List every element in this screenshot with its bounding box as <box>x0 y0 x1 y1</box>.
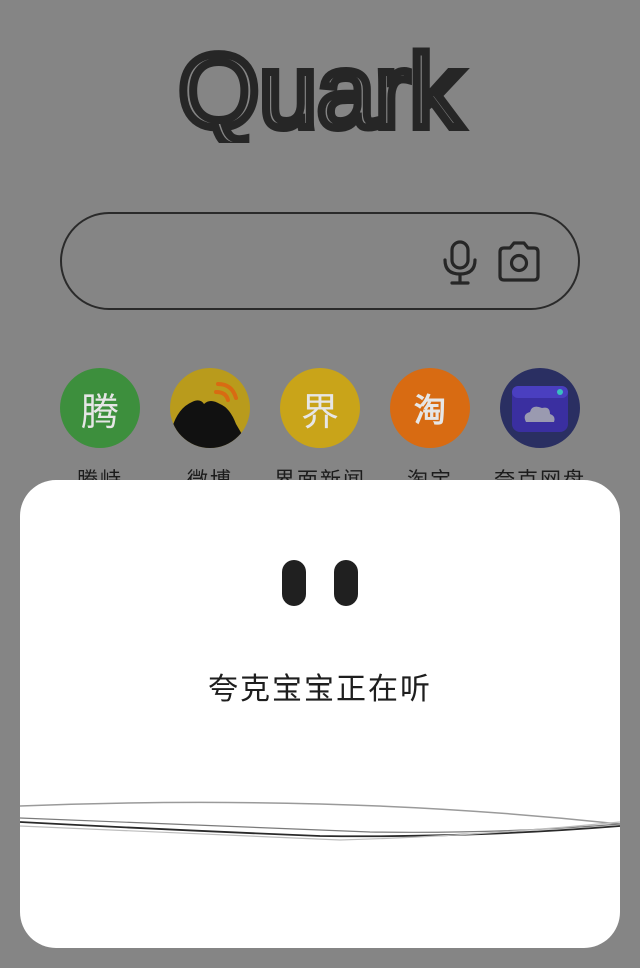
shortcut-tengfeng[interactable]: 腾 腾峙 <box>45 368 155 494</box>
shortcut-jiemian[interactable]: 界 界面新闻 <box>265 368 375 494</box>
weibo-icon <box>170 368 250 448</box>
tengfeng-glyph: 腾 <box>80 389 119 434</box>
jiemian-glyph: 界 <box>300 389 339 434</box>
taobao-glyph: 淘 <box>413 391 446 429</box>
voice-waveform <box>20 801 620 841</box>
camera-icon[interactable] <box>496 240 542 284</box>
quark-logo: Quark <box>0 40 640 150</box>
weibo-logo <box>170 382 250 448</box>
assistant-eyes-icon <box>280 560 360 606</box>
taobao-icon: 淘 <box>390 368 470 448</box>
shortcut-weibo[interactable]: 微博 <box>155 368 265 494</box>
quark-home: Quark 腾 腾峙 <box>0 0 640 968</box>
microphone-icon[interactable] <box>440 240 480 286</box>
shortcut-grid: 腾 腾峙 微博 界 界面新闻 淘 淘宝 <box>0 368 640 492</box>
listening-status-text: 夸克宝宝正在听 <box>208 672 432 707</box>
search-bar[interactable] <box>60 212 580 310</box>
left-eye <box>282 560 306 606</box>
right-eye <box>334 560 358 606</box>
shortcut-taobao[interactable]: 淘 淘宝 <box>375 368 485 494</box>
cloud-drive-icon <box>500 368 580 448</box>
tengfeng-icon: 腾 <box>60 368 140 448</box>
quark-logo-text: Quark <box>178 47 462 143</box>
shortcut-quark-drive[interactable]: 夸克网盘 <box>485 368 595 494</box>
quark-logo-graphic: Quark <box>174 47 466 143</box>
voice-assistant-sheet: 夸克宝宝正在听 <box>20 480 620 948</box>
cloud-drive-logo <box>512 386 568 432</box>
jiemian-icon: 界 <box>280 368 360 448</box>
